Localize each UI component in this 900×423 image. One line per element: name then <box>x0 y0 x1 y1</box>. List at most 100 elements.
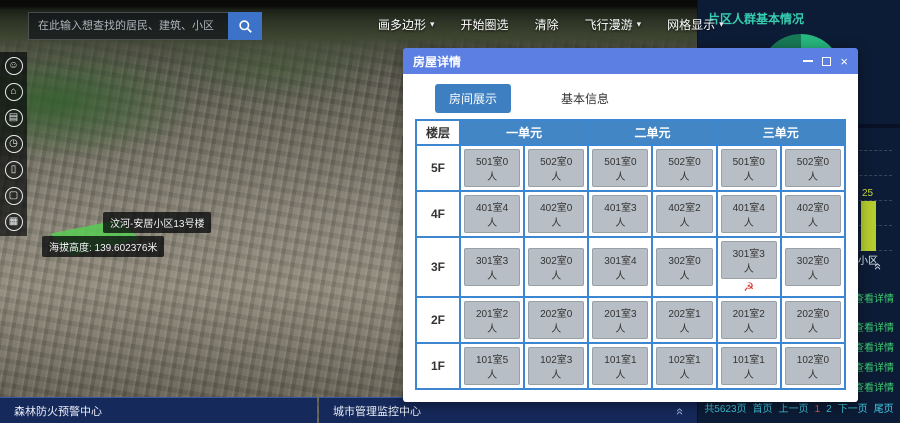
room-button[interactable]: 401室4人 <box>721 195 777 233</box>
search-input[interactable] <box>28 12 228 40</box>
room-button[interactable]: 202室0人 <box>528 301 584 339</box>
room-button[interactable]: 301室3人 <box>464 248 520 286</box>
view-details-link[interactable]: 查看详情 <box>854 319 894 334</box>
room-button[interactable]: 101室5人 <box>464 347 520 385</box>
room-button[interactable]: 502室0人 <box>785 149 841 187</box>
pagination-last[interactable]: 尾页 <box>874 404 894 415</box>
view-details-link[interactable]: 查看详情 <box>854 290 894 305</box>
tab-房间展示[interactable]: 房间展示 <box>435 84 511 113</box>
collapse-chevron-icon[interactable]: « <box>871 263 886 268</box>
room-button[interactable]: 402室0人 <box>528 195 584 233</box>
building-tooltip: 汶河-安居小区13号楼 <box>103 212 211 233</box>
room-cell: 402室2人 <box>652 191 716 237</box>
room-button[interactable]: 102室1人 <box>656 347 712 385</box>
room-cell: 102室1人 <box>652 343 716 389</box>
caret-down-icon: ▾ <box>719 19 724 30</box>
room-cell: 202室0人 <box>781 297 845 343</box>
room-cell: 402室0人 <box>781 191 845 237</box>
room-button[interactable]: 301室4人 <box>592 248 648 286</box>
view-details-link[interactable]: 查看详情 <box>854 359 894 374</box>
room-button[interactable]: 402室0人 <box>785 195 841 233</box>
search-icon <box>238 19 253 34</box>
room-button[interactable]: 302室0人 <box>528 248 584 286</box>
floor-column-header: 楼层 <box>416 120 460 145</box>
toolbar-item-label: 网格显示 <box>667 16 715 33</box>
maximize-icon[interactable] <box>822 57 831 66</box>
toolbar-item[interactable]: 画多边形▾ <box>378 16 435 33</box>
window-controls: × <box>803 55 848 68</box>
view-details-link[interactable]: 查看详情 <box>854 339 894 354</box>
toolbar-item[interactable]: 网格显示 ▾ <box>667 16 724 33</box>
close-icon[interactable]: × <box>840 55 848 68</box>
modal-header[interactable]: 房屋详情 × <box>403 48 858 74</box>
caret-down-icon: ▾ <box>637 19 642 30</box>
grid-icon[interactable]: ▦ <box>5 213 23 231</box>
room-button[interactable]: 102室3人 <box>528 347 584 385</box>
room-button[interactable]: 302室0人 <box>656 248 712 286</box>
toolbar-item[interactable]: 清除 <box>535 16 559 33</box>
view-details-link[interactable]: 查看详情 <box>854 379 894 394</box>
bottom-bar-forest-fire-center[interactable]: 森林防火预警中心 <box>0 397 317 423</box>
room-button[interactable]: 101室1人 <box>592 347 648 385</box>
room-cell: 501室0人 <box>588 145 652 191</box>
room-button[interactable]: 201室2人 <box>464 301 520 339</box>
room-button[interactable]: 101室1人 <box>721 347 777 385</box>
pagination-page-1[interactable]: 1 <box>815 404 821 415</box>
left-toolbar: ☺ ⌂ ▤ ◷ ▯ ▢ ▦ <box>0 52 27 236</box>
pagination: 共5623页首页上一页 12 下一页尾页 <box>698 400 900 415</box>
table-row: 1F101室5人102室3人101室1人102室1人101室1人102室0人 <box>416 343 845 389</box>
panel-title: 片区人群基本情况 <box>698 0 900 31</box>
room-button[interactable]: 202室1人 <box>656 301 712 339</box>
unit-column-header: 三单元 <box>717 120 845 145</box>
pagination-page-2[interactable]: 2 <box>826 404 832 415</box>
floor-label: 4F <box>416 191 460 237</box>
toolbar-item[interactable]: 开始圈选 <box>461 16 509 33</box>
room-cell: 102室3人 <box>524 343 588 389</box>
room-button[interactable]: 201室3人 <box>592 301 648 339</box>
room-cell: 101室1人 <box>588 343 652 389</box>
room-button[interactable]: 302室0人 <box>785 248 841 286</box>
search-button[interactable] <box>228 12 262 40</box>
room-button[interactable]: 202室0人 <box>785 301 841 339</box>
modal-body: 房间展示 基本信息 楼层一单元二单元三单元5F501室0人502室0人501室0人… <box>403 74 858 402</box>
toolbar-item-label: 画多边形 <box>378 16 426 33</box>
compass-icon[interactable]: ◷ <box>5 135 23 153</box>
map-toolbar: 画多边形▾开始圈选清除飞行漫游▾网格显示▾ <box>378 16 724 33</box>
frame-icon[interactable]: ▢ <box>5 187 23 205</box>
room-cell: 301室3人 <box>460 237 524 297</box>
user-icon[interactable]: ☺ <box>5 57 23 75</box>
expand-chevron-icon[interactable]: « <box>673 408 688 413</box>
room-button[interactable]: 301室3人 <box>721 241 777 279</box>
room-cell: 302室0人 <box>781 237 845 297</box>
room-button[interactable]: 502室0人 <box>656 149 712 187</box>
document-icon[interactable]: ▯ <box>5 161 23 179</box>
room-button[interactable]: 501室0人 <box>592 149 648 187</box>
layers-icon[interactable]: ▤ <box>5 109 23 127</box>
bottom-bar-label: 城市管理监控中心 <box>333 403 421 419</box>
pagination-summary: 共5623页 <box>704 404 746 415</box>
toolbar-item[interactable]: 飞行漫游▾ <box>585 16 642 33</box>
pagination-first[interactable]: 首页 <box>753 404 773 415</box>
room-button[interactable]: 502室0人 <box>528 149 584 187</box>
room-cell: 101室1人 <box>717 343 781 389</box>
app: 汶河-安居小区13号楼 海拔高度: 139.602376米 画多边形▾开始圈选清… <box>0 0 900 423</box>
room-cell: 102室0人 <box>781 343 845 389</box>
minimize-icon[interactable] <box>803 60 813 62</box>
floor-label: 2F <box>416 297 460 343</box>
pagination-next[interactable]: 下一页 <box>838 404 868 415</box>
unit-column-header: 一单元 <box>460 120 588 145</box>
room-button[interactable]: 501室0人 <box>464 149 520 187</box>
tab-基本信息[interactable]: 基本信息 <box>547 84 623 113</box>
home-icon[interactable]: ⌂ <box>5 83 23 101</box>
room-cell: 302室0人 <box>652 237 716 297</box>
room-button[interactable]: 401室4人 <box>464 195 520 233</box>
room-button[interactable]: 402室2人 <box>656 195 712 233</box>
room-button[interactable]: 102室0人 <box>785 347 841 385</box>
room-table: 楼层一单元二单元三单元5F501室0人502室0人501室0人502室0人501… <box>415 119 846 390</box>
room-button[interactable]: 501室0人 <box>721 149 777 187</box>
room-button[interactable]: 401室3人 <box>592 195 648 233</box>
room-cell: 301室4人 <box>588 237 652 297</box>
pagination-prev[interactable]: 上一页 <box>779 404 809 415</box>
room-cell: 201室2人 <box>460 297 524 343</box>
room-button[interactable]: 201室2人 <box>721 301 777 339</box>
